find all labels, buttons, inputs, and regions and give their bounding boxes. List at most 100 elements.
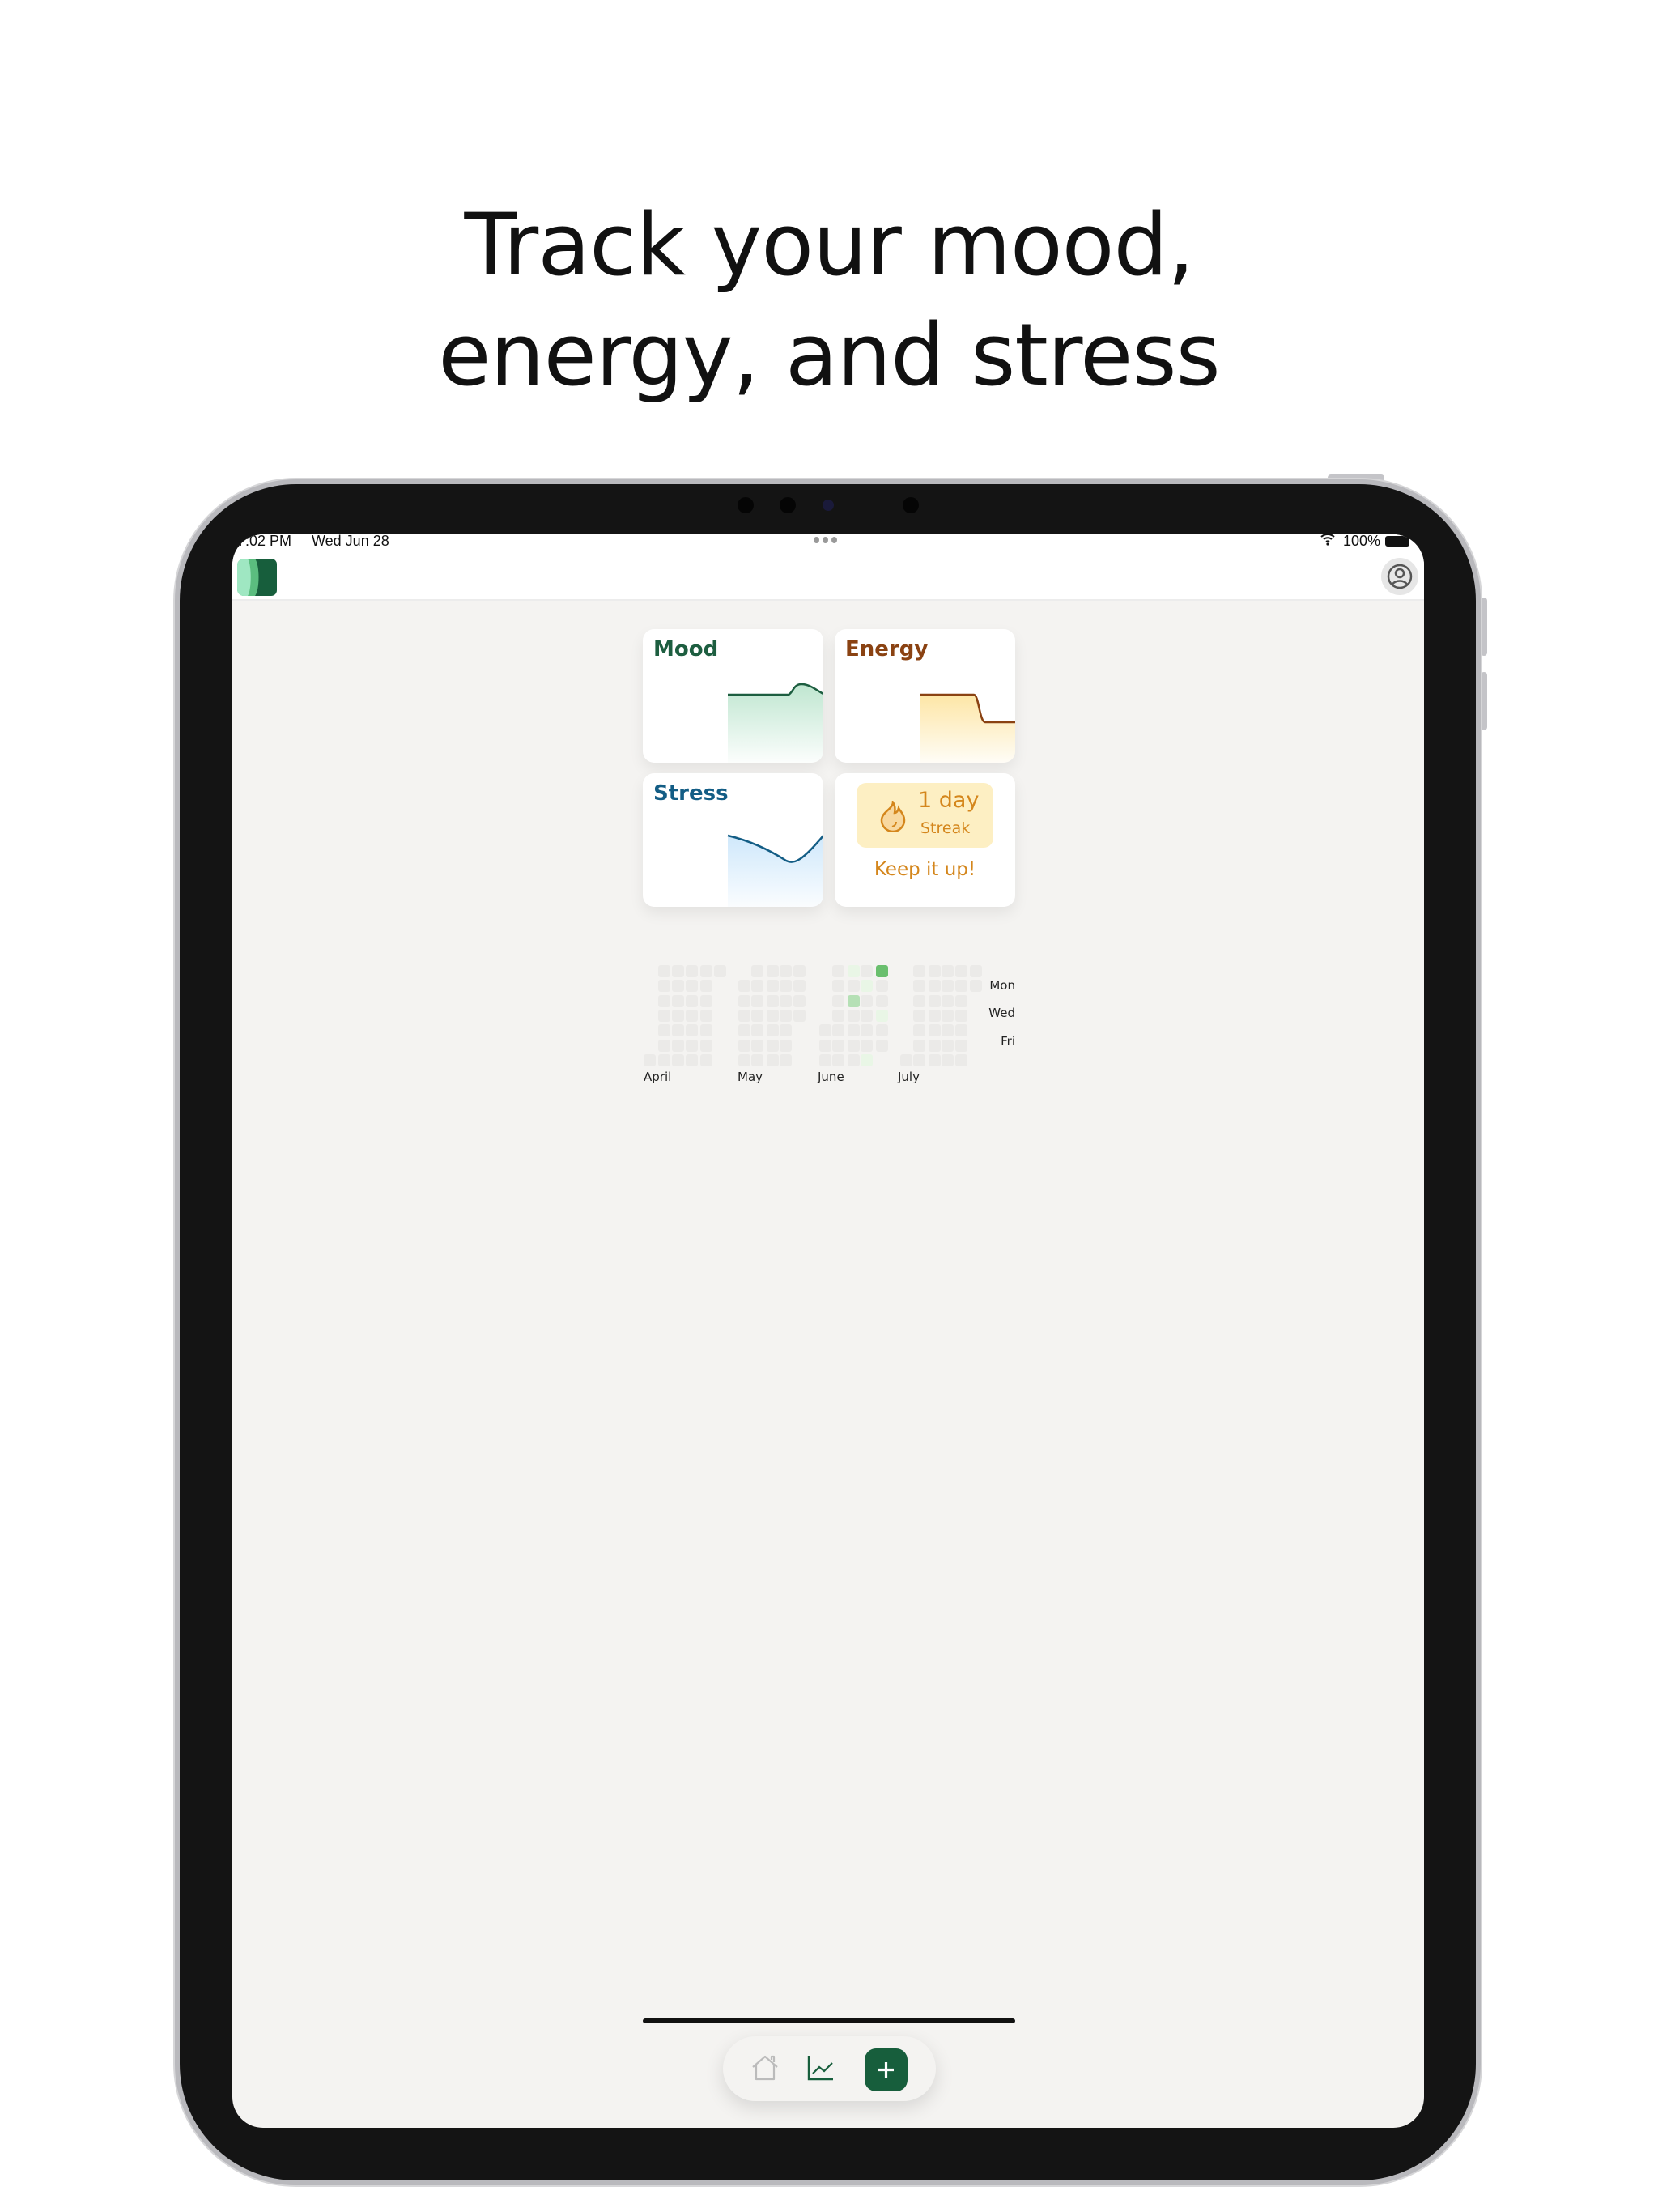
- heatmap-cell: [848, 965, 860, 977]
- headline: Track your mood, energy, and stress: [0, 190, 1658, 410]
- app-logo-icon[interactable]: [237, 559, 278, 599]
- heatmap-cell: [913, 1054, 925, 1066]
- heatmap-cell: [738, 995, 750, 1007]
- heatmap-cell: [848, 1054, 860, 1066]
- heatmap-cell: [700, 1010, 712, 1022]
- heatmap-cell: [658, 1054, 670, 1066]
- heatmap-cell: [658, 980, 670, 992]
- heatmap-cell: [738, 1054, 750, 1066]
- heatmap-cell: [929, 1054, 941, 1066]
- heatmap-cell: [780, 965, 792, 977]
- home-tab[interactable]: [750, 2054, 780, 2085]
- heatmap-cell: [793, 980, 806, 992]
- streak-card[interactable]: 1 day Streak Keep it up!: [835, 773, 1015, 907]
- home-indicator[interactable]: [643, 2018, 1015, 2023]
- heatmap-cell: [767, 995, 779, 1007]
- app-screen: 7:02 PM Wed Jun 28 100% Mood Energy Stre…: [232, 534, 1424, 2128]
- stress-title: Stress: [653, 781, 729, 806]
- wifi-icon: [1320, 534, 1336, 550]
- heatmap-cell: [780, 1040, 792, 1052]
- heatmap-cell: [970, 965, 982, 977]
- camera-lens: [823, 500, 834, 511]
- heatmap-cell: [848, 1040, 860, 1052]
- heatmap-cell: [780, 1024, 792, 1036]
- heatmap-cell: [913, 980, 925, 992]
- heatmap-cell: [686, 980, 698, 992]
- heatmap-cell: [751, 980, 763, 992]
- heatmap-cell: [942, 1040, 954, 1052]
- mood-card[interactable]: Mood: [643, 629, 823, 763]
- heatmap-cell: [861, 965, 873, 977]
- streak-count: 1 day: [918, 788, 980, 813]
- energy-card[interactable]: Energy: [835, 629, 1015, 763]
- heatmap-cell: [929, 1010, 941, 1022]
- heatmap-cell: [672, 980, 684, 992]
- energy-title: Energy: [845, 637, 929, 661]
- heatmap-cell: [942, 1010, 954, 1022]
- heatmap-cell: [686, 965, 698, 977]
- heatmap-cell: [780, 980, 792, 992]
- heatmap-cell: [861, 1024, 873, 1036]
- heatmap-cell: [955, 1010, 967, 1022]
- heatmap-cell: [700, 1054, 712, 1066]
- heatmap-cell: [658, 965, 670, 977]
- heatmap-cell: [672, 1054, 684, 1066]
- status-time: 7:02 PM: [237, 534, 292, 549]
- heatmap-cell: [658, 995, 670, 1007]
- heatmap-cell: [848, 1024, 860, 1036]
- bottom-nav: [723, 2036, 936, 2101]
- heatmap-cell: [780, 1010, 792, 1022]
- heatmap-cell: [751, 1010, 763, 1022]
- heatmap-cell: [955, 995, 967, 1007]
- heatmap-cell: [955, 965, 967, 977]
- multitask-dots[interactable]: [814, 537, 837, 543]
- heatmap-cell: [751, 995, 763, 1007]
- heatmap-cell: [767, 980, 779, 992]
- heatmap-cell: [848, 1010, 860, 1022]
- streak-badge: 1 day Streak: [857, 783, 993, 848]
- heatmap-cell: [672, 995, 684, 1007]
- heatmap-cell: [672, 1040, 684, 1052]
- heatmap-cell: [751, 1040, 763, 1052]
- heatmap-cell: [793, 1010, 806, 1022]
- heatmap-cell: [780, 995, 792, 1007]
- heatmap-cell: [767, 1040, 779, 1052]
- heatmap-cell: [686, 995, 698, 1007]
- heatmap-cell: [942, 980, 954, 992]
- heatmap-cell: [751, 1054, 763, 1066]
- stress-card[interactable]: Stress: [643, 773, 823, 907]
- heatmap-cell: [913, 965, 925, 977]
- heatmap-cell: [832, 980, 844, 992]
- heatmap-cell: [876, 995, 888, 1007]
- heatmap-cell: [819, 1024, 831, 1036]
- battery-percent: 100%: [1343, 534, 1381, 549]
- insights-tab[interactable]: [807, 2054, 835, 2085]
- heatmap-cell: [686, 1024, 698, 1036]
- heatmap-cell: [913, 995, 925, 1007]
- heatmap-cell: [929, 1024, 941, 1036]
- mood-title: Mood: [653, 637, 719, 661]
- heatmap-cell: [751, 1024, 763, 1036]
- heatmap-cell: [832, 1024, 844, 1036]
- status-date: Wed Jun 28: [312, 534, 389, 549]
- heatmap-cell: [913, 1040, 925, 1052]
- line-chart-icon: [807, 2056, 833, 2081]
- heatmap-cell: [876, 965, 888, 977]
- heatmap-cell: [819, 1040, 831, 1052]
- profile-button[interactable]: [1381, 558, 1418, 595]
- add-entry-button[interactable]: [865, 2048, 908, 2091]
- heatmap-cell: [658, 1024, 670, 1036]
- heatmap-cell: [955, 1024, 967, 1036]
- heatmap-cell: [780, 1054, 792, 1066]
- plus-icon: [878, 2062, 894, 2078]
- day-label-fri: Fri: [1001, 1034, 1015, 1049]
- headline-line-1: Track your mood,: [464, 195, 1194, 295]
- sensor-dot: [780, 497, 796, 513]
- month-label-april: April: [644, 1070, 672, 1084]
- heatmap-cell: [942, 995, 954, 1007]
- battery-icon: [1385, 536, 1409, 547]
- heatmap-cell: [793, 965, 806, 977]
- heatmap-cell: [942, 1024, 954, 1036]
- home-icon: [752, 2055, 778, 2081]
- heatmap-cell: [832, 1010, 844, 1022]
